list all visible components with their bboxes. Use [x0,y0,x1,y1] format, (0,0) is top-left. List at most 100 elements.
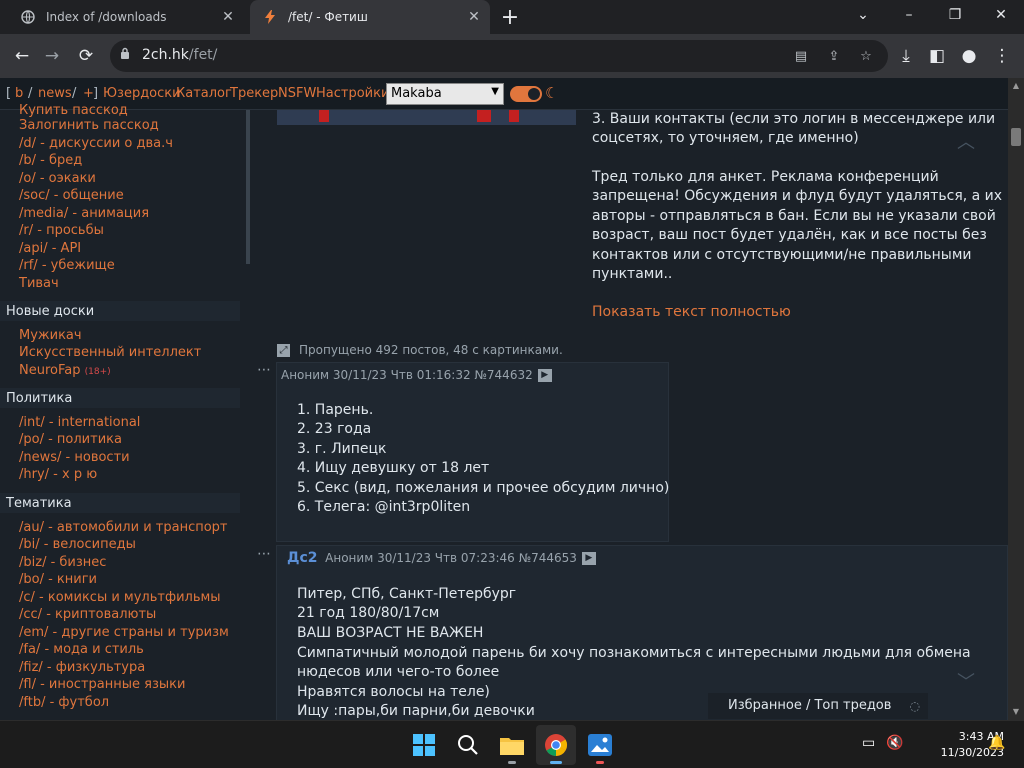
notification-bell-icon[interactable]: 🔔 [988,735,1005,751]
skipped-posts-text: Пропущено 492 постов, 48 с картинками. [299,343,563,357]
tab-search-icon[interactable]: ⌄ [840,0,886,30]
post-line: 3. г. Липецк [297,441,387,457]
side-panel-icon[interactable]: ◧ [923,42,951,70]
favorites-bar-label: Избранное / Топ тредов [728,698,892,713]
photos-icon[interactable] [580,725,620,765]
sidebar-item-c[interactable]: /c/ - комиксы и мультфильмы [19,590,221,605]
sidebar-item-ftb[interactable]: /ftb/ - футбол [19,695,109,710]
maximize-button[interactable]: ❐ [932,0,978,30]
tab-index-downloads[interactable]: Index of /downloads ✕ [8,0,244,34]
nav-link-news[interactable]: news [38,86,72,101]
nav-link-tracker[interactable]: Трекер [230,86,278,101]
style-select[interactable]: Makaba ▼ [386,83,504,105]
sidebar-item-fa[interactable]: /fa/ - мода и стиль [19,642,144,657]
close-icon[interactable]: ✕ [220,9,236,25]
menu-icon[interactable]: ⋮ [988,42,1016,70]
sidebar-item-b[interactable]: /b/ - бред [19,153,82,168]
sidebar-item-soc[interactable]: /soc/ - общение [19,188,124,203]
sidebar-item-bi[interactable]: /bi/ - велосипеды [19,537,136,552]
nav-link-userboards[interactable]: Юзердоски [103,86,181,101]
post-menu-icon[interactable]: ⋯ [257,362,271,378]
reload-icon[interactable]: ⟳ [72,42,100,70]
sidebar-item-login-passcode[interactable]: Залогинить пасскод [19,118,159,133]
loading-spinner-icon: ◌ [909,699,920,713]
post-line: 1. Парень. [297,402,374,418]
windows-start-icon[interactable] [404,725,444,765]
sidebar-item-em[interactable]: /em/ - другие страны и туризм [19,625,229,640]
sidebar-item-rf[interactable]: /rf/ - убежище [19,258,115,273]
minimize-button[interactable]: – [886,0,932,30]
sidebar-item-neurofap[interactable]: NeuroFap (18+) [19,363,111,378]
back-arrow-icon[interactable]: ← [8,42,36,70]
play-icon[interactable]: ▶ [537,369,552,382]
sidebar-item-tivach[interactable]: Тивач [19,276,59,291]
sidebar-item-hry[interactable]: /hry/ - х р ю [19,467,97,482]
sidebar-section-politics[interactable]: Политика [0,388,240,408]
sidebar-item-po[interactable]: /po/ - политика [19,432,122,447]
nav-link-settings[interactable]: Настройки [316,86,389,101]
op-line: Тред только для анкет. Реклама конференц… [592,169,939,185]
sidebar-item-au[interactable]: /au/ - автомобили и транспорт [19,520,228,535]
boards-sidebar: Купить пасскод Залогинить пасскод /d/ - … [0,103,246,720]
sidebar-item-r[interactable]: /r/ - просьбы [19,223,104,238]
bookmark-star-icon[interactable]: ☆ [855,45,877,67]
play-icon[interactable]: ▶ [581,552,596,565]
post-line: Нравятся волосы на теле) [297,684,490,700]
post-line: 21 год 180/80/17см [297,605,440,621]
nav-link-catalog[interactable]: Каталог [176,86,232,101]
share-icon[interactable]: ⇪ [823,45,845,67]
sidebar-section-new[interactable]: Новые доски [0,301,240,321]
post-menu-icon[interactable]: ⋯ [257,546,271,562]
sidebar-item-api[interactable]: /api/ - API [19,241,81,256]
translate-icon[interactable]: ▤ [790,45,812,67]
scroll-up-icon[interactable]: ︿ [951,128,981,153]
nav-link-b[interactable]: b [15,86,23,101]
sidebar-item-d[interactable]: /d/ - дискуссии о два.ч [19,136,173,151]
network-icon[interactable]: ▭ [862,735,875,751]
sidebar-scrollbar[interactable] [246,110,250,264]
sidebar-item-news[interactable]: /news/ - новости [19,450,130,465]
favorites-top-threads-bar[interactable]: Избранное / Топ тредов ◌ [708,693,928,719]
scrollbar-thumb[interactable] [1011,128,1021,146]
moon-icon[interactable]: ☾ [545,84,558,102]
tab-fet[interactable]: /fet/ - Фетиш ✕ [250,0,490,34]
download-icon[interactable]: ⤓ [892,42,920,70]
sidebar-item-bo[interactable]: /bo/ - книги [19,572,97,587]
sidebar-item-int[interactable]: /int/ - international [19,415,140,430]
page-scrollbar[interactable]: ▲ ▼ [1008,78,1024,720]
sidebar-item-cc[interactable]: /cc/ - криптовалюты [19,607,156,622]
sidebar-item-ai[interactable]: Искусственный интеллект [19,345,201,360]
sidebar-item-media[interactable]: /media/ - анимация [19,206,149,221]
skipped-posts[interactable]: ⤢ Пропущено 492 постов, 48 с картинками. [277,343,563,357]
sidebar-item-fiz[interactable]: /fiz/ - физкультура [19,660,145,675]
close-window-button[interactable]: ✕ [978,0,1024,30]
sidebar-item-muzhikach[interactable]: Мужикач [19,328,82,343]
op-line: пунктами.. [592,266,673,282]
new-tab-button[interactable]: + [498,5,522,30]
file-explorer-icon[interactable] [492,725,532,765]
theme-toggle[interactable] [510,86,542,102]
nav-link-nsfw[interactable]: NSFW [278,86,316,101]
post-line: нюдесов или чего-то более [297,664,500,680]
chrome-icon[interactable] [536,725,576,765]
sidebar-section-themes[interactable]: Тематика [0,493,240,513]
volume-muted-icon[interactable]: 🔇 [886,735,903,751]
op-image-thumbnail[interactable] [277,110,576,125]
scroll-up-arrow-icon[interactable]: ▲ [1011,81,1021,91]
search-icon[interactable] [448,725,488,765]
post-header: Аноним 30/11/23 Чтв 01:16:32 №744632 ▶ [281,368,552,382]
image-detail [319,110,329,122]
address-bar[interactable]: 2ch.hk/fet/ ▤ ⇪ ☆ [110,40,888,72]
post-subject: Дс2 [287,550,318,566]
profile-icon[interactable]: ● [955,42,983,70]
sidebar-item-biz[interactable]: /biz/ - бизнес [19,555,106,570]
sidebar-item-buy-passcode[interactable]: Купить пасскод [19,103,128,118]
scroll-down-icon[interactable]: ﹀ [951,668,981,693]
forward-arrow-icon[interactable]: → [38,42,66,70]
tab-title: Index of /downloads [46,10,167,24]
close-icon[interactable]: ✕ [466,9,482,25]
scroll-down-arrow-icon[interactable]: ▼ [1011,707,1021,717]
sidebar-item-fl[interactable]: /fl/ - иностранные языки [19,677,185,692]
sidebar-item-o[interactable]: /o/ - оэкаки [19,171,96,186]
show-full-text-link[interactable]: Показать текст полностью [592,304,791,320]
